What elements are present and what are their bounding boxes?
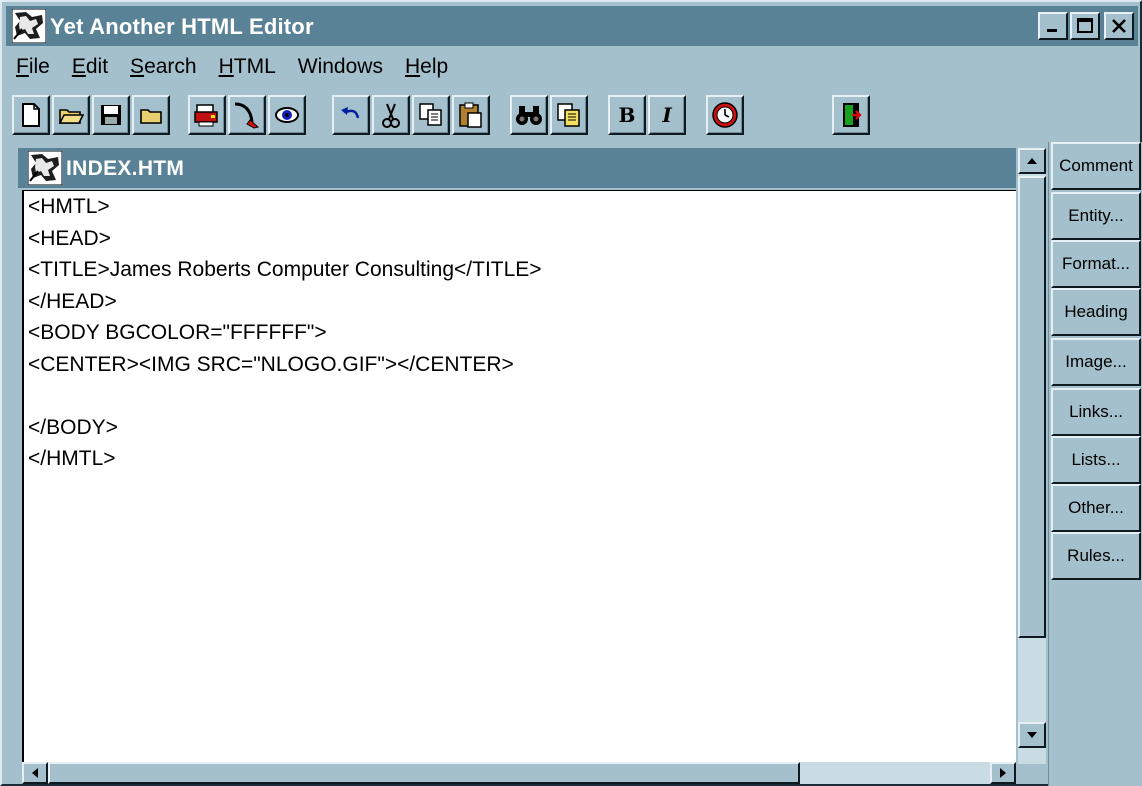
code-line: </HMTL>	[28, 447, 116, 470]
close-icon	[1112, 19, 1126, 33]
paste-icon	[459, 102, 482, 128]
menu-edit-rest: dit	[85, 55, 109, 78]
scroll-right-button[interactable]	[990, 762, 1016, 784]
arrow-right-icon	[1000, 768, 1006, 778]
tag-button-panel: Comment Entity... Format... Heading Imag…	[1048, 142, 1142, 786]
vertical-scrollbar[interactable]	[1018, 148, 1046, 764]
cut-icon	[382, 103, 400, 128]
document-title: INDEX.HTM	[66, 157, 185, 180]
scroll-down-button[interactable]	[1018, 722, 1046, 748]
open-button[interactable]	[52, 95, 90, 135]
print-icon	[194, 104, 218, 127]
bold-label: B	[618, 103, 636, 127]
arrow-up-icon	[1027, 158, 1037, 164]
clock-icon	[712, 102, 738, 128]
save-icon	[101, 105, 121, 125]
menu-bar: File Edit Search HTML Windows Help	[6, 48, 1138, 86]
lists-button[interactable]: Lists...	[1051, 436, 1141, 484]
horizontal-scrollbar[interactable]	[22, 762, 1016, 784]
copy-button[interactable]	[412, 95, 450, 135]
exit-button[interactable]	[832, 95, 870, 135]
heading-button[interactable]: Heading	[1051, 288, 1141, 336]
vertical-scroll-thumb[interactable]	[1018, 176, 1046, 638]
menu-html[interactable]: HTML	[219, 55, 276, 79]
menu-windows-rest: Windows	[297, 55, 383, 78]
code-line: </HEAD>	[28, 289, 117, 313]
bold-button[interactable]: B	[608, 95, 646, 135]
preview-button[interactable]	[268, 95, 306, 135]
code-line: <HMTL>	[28, 195, 110, 218]
window-title: Yet Another HTML Editor	[50, 14, 314, 39]
maximize-button[interactable]	[1070, 12, 1100, 40]
replace-icon	[557, 103, 580, 127]
print-button[interactable]	[188, 95, 226, 135]
menu-html-accel: H	[218, 55, 234, 78]
folder-icon	[140, 109, 162, 124]
editor-app-icon	[12, 9, 46, 43]
menu-help-rest: elp	[420, 55, 449, 78]
rules-button[interactable]: Rules...	[1051, 532, 1141, 580]
open-folder-icon	[58, 109, 84, 124]
code-line: </BODY>	[28, 415, 118, 439]
menu-search[interactable]: Search	[130, 55, 197, 79]
undo-button[interactable]	[332, 95, 370, 135]
image-button[interactable]: Image...	[1051, 338, 1141, 386]
menu-edit[interactable]: Edit	[72, 55, 108, 79]
horizontal-scroll-thumb[interactable]	[48, 762, 800, 784]
menu-file[interactable]: File	[16, 55, 50, 79]
italic-button[interactable]: I	[648, 95, 686, 135]
brush-icon	[234, 102, 260, 129]
cut-button[interactable]	[372, 95, 410, 135]
document-window: INDEX.HTM <HMTL> <HEAD> <TITLE>James Rob…	[18, 148, 1048, 784]
entity-button[interactable]: Entity...	[1051, 192, 1141, 240]
new-file-button[interactable]	[12, 95, 50, 135]
menu-file-accel: F	[16, 55, 29, 78]
scroll-up-button[interactable]	[1018, 148, 1046, 174]
links-button[interactable]: Links...	[1051, 388, 1141, 436]
document-icon	[28, 151, 62, 185]
document-title-bar[interactable]: INDEX.HTM	[18, 148, 1016, 188]
find-binoculars-icon	[516, 106, 542, 125]
maximize-icon	[1077, 18, 1093, 33]
brush-button[interactable]	[228, 95, 266, 135]
menu-html-rest: TML	[233, 55, 276, 78]
paste-button[interactable]	[452, 95, 490, 135]
menu-file-rest: ile	[28, 55, 50, 78]
italic-label: I	[662, 103, 672, 127]
new-file-icon	[22, 103, 40, 127]
close-button[interactable]	[1104, 12, 1134, 40]
save-button[interactable]	[92, 95, 130, 135]
scroll-left-button[interactable]	[22, 762, 48, 784]
format-button[interactable]: Format...	[1051, 240, 1141, 288]
comment-button[interactable]: Comment	[1051, 142, 1141, 190]
title-bar[interactable]: Yet Another HTML Editor	[6, 6, 1138, 46]
app-window: Yet Another HTML Editor File Edit Search…	[0, 0, 1142, 786]
menu-search-rest: earch	[144, 55, 197, 78]
menu-help-accel: H	[404, 55, 421, 78]
exit-door-icon	[843, 103, 862, 127]
preview-eye-icon	[275, 107, 299, 123]
undo-icon	[341, 107, 360, 119]
arrow-left-icon	[32, 768, 38, 778]
minimize-icon	[1047, 29, 1057, 32]
code-line: <TITLE>James Roberts Computer Consulting…	[28, 258, 542, 281]
code-line: <CENTER><IMG SRC="NLOGO.GIF"></CENTER>	[28, 352, 514, 376]
menu-windows[interactable]: Windows	[298, 55, 383, 79]
clock-button[interactable]	[706, 95, 744, 135]
find-button[interactable]	[510, 95, 548, 135]
menu-edit-accel: E	[71, 55, 86, 78]
code-line: <HEAD>	[28, 226, 111, 250]
other-button[interactable]: Other...	[1051, 484, 1141, 532]
folder-button[interactable]	[132, 95, 170, 135]
copy-icon	[419, 103, 442, 126]
replace-button[interactable]	[550, 95, 588, 135]
menu-help[interactable]: Help	[405, 55, 448, 79]
code-editor[interactable]: <HMTL> <HEAD> <TITLE>James Roberts Compu…	[22, 190, 1016, 762]
menu-search-accel: S	[130, 55, 145, 78]
code-line: <BODY BGCOLOR="FFFFFF">	[28, 321, 327, 344]
minimize-button[interactable]	[1038, 12, 1068, 40]
arrow-down-icon	[1027, 732, 1037, 738]
